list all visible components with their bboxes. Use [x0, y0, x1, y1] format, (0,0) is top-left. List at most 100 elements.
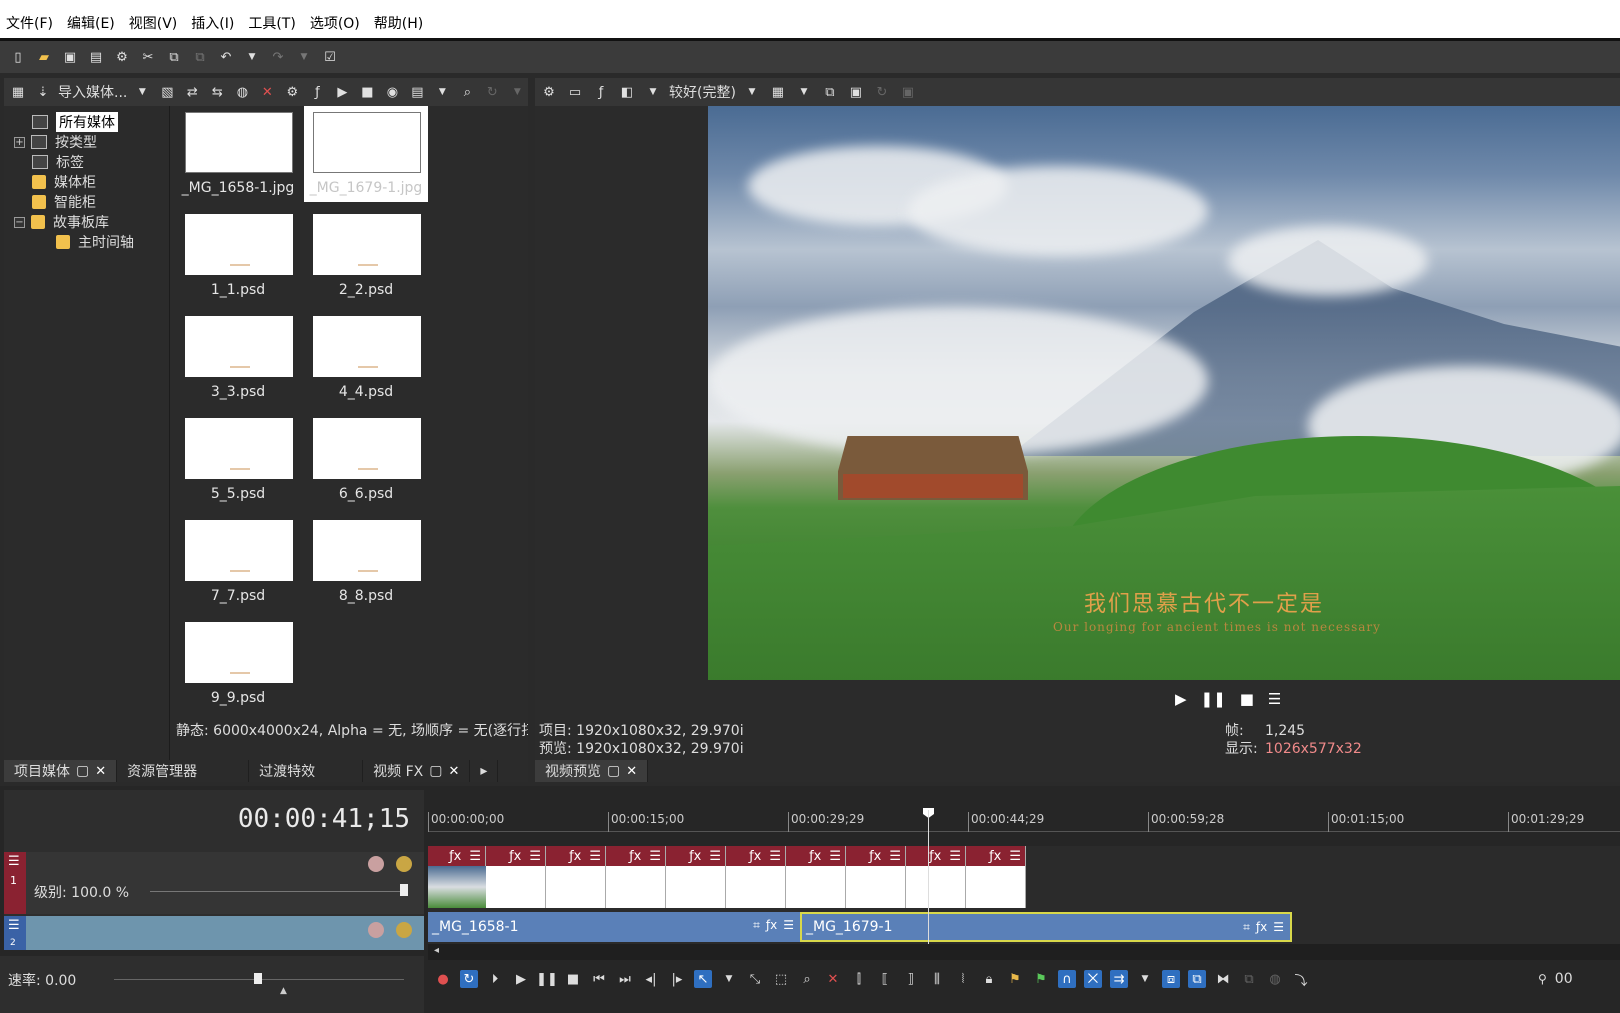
close-icon[interactable]: ✕ — [448, 764, 459, 779]
menu-icon[interactable]: ☰ — [829, 849, 841, 864]
menu-icon[interactable]: ☰ — [1273, 920, 1284, 935]
go-to-start-icon[interactable]: ⏮ — [590, 970, 608, 988]
fx-icon[interactable]: ƒx — [749, 849, 761, 864]
next-frame-icon[interactable]: |▸ — [668, 970, 686, 988]
menu-tools[interactable]: 工具(T) — [248, 13, 295, 33]
snapping-magnet-icon[interactable]: ∩ — [1058, 970, 1076, 988]
trim-start-icon[interactable]: ⟦ — [876, 970, 894, 988]
fx-icon[interactable]: ƒx — [689, 849, 701, 864]
media-fx-icon[interactable]: ƒ — [307, 82, 327, 102]
tree-item-tags[interactable]: 标签 — [32, 152, 84, 172]
zoom-tool-icon[interactable]: ⌕ — [798, 970, 816, 988]
fx-icon[interactable]: ƒx — [766, 918, 777, 933]
video-event[interactable]: ƒx ☰ — [546, 846, 606, 908]
dock-icon[interactable]: ▢ — [607, 763, 620, 779]
media-properties-icon[interactable]: ⚙ — [282, 82, 302, 102]
lock-envelopes-icon[interactable]: ⧈ — [1162, 970, 1180, 988]
ignore-grouping-icon[interactable]: ⧉ — [1188, 970, 1206, 988]
capture-icon[interactable]: ▧ — [157, 82, 177, 102]
overlays-dropdown-icon[interactable]: ▼ — [794, 82, 814, 102]
pan-crop-icon[interactable]: ⌗ — [753, 918, 760, 933]
media-thumb[interactable]: 8_8.psd — [304, 514, 428, 610]
video-event[interactable]: ƒx ☰ — [428, 846, 486, 908]
video-event[interactable]: ƒx ☰ — [846, 846, 906, 908]
media-thumb[interactable]: 6_6.psd — [304, 412, 428, 508]
save-as-icon[interactable]: ▤ — [86, 47, 106, 67]
auto-ripple-icon[interactable]: ⇉ — [1110, 970, 1128, 988]
redo-dropdown-icon[interactable]: ▼ — [294, 47, 314, 67]
mute-icon[interactable] — [368, 922, 384, 938]
envelope-tool-icon[interactable]: ⤡ — [746, 970, 764, 988]
timeline-ruler[interactable]: 00:00:00;00 00:00:15;00 00:00:29;29 00:0… — [428, 810, 1620, 832]
video-event[interactable]: ƒx ☰ — [786, 846, 846, 908]
insert-marker-icon[interactable]: ⚑ — [1006, 970, 1024, 988]
get-media-icon[interactable]: ⇄ — [182, 82, 202, 102]
solo-icon[interactable] — [396, 922, 412, 938]
menu-icon[interactable]: ☰ — [1009, 849, 1021, 864]
fx-icon[interactable]: ƒx — [629, 849, 641, 864]
more-dropdown-icon[interactable]: ▼ — [507, 82, 527, 102]
media-thumb[interactable]: 3_3.psd — [176, 310, 300, 406]
sync-icon[interactable]: ↻ — [872, 82, 892, 102]
render-check-icon[interactable]: ☑ — [320, 47, 340, 67]
play-from-start-icon[interactable]: ⏵ — [486, 970, 504, 988]
track-menu-icon[interactable]: ☰ — [8, 854, 20, 869]
trim-end-icon[interactable]: ⟧ — [902, 970, 920, 988]
views-dropdown-icon[interactable]: ▼ — [432, 82, 452, 102]
split-screen-icon[interactable]: ◧ — [617, 82, 637, 102]
arrow-right-icon[interactable]: ▸ — [480, 763, 487, 779]
properties-gear-icon[interactable]: ⚙ — [112, 47, 132, 67]
views-icon[interactable]: ▤ — [407, 82, 427, 102]
mute-icon[interactable] — [368, 856, 384, 872]
media-thumb[interactable]: 4_4.psd — [304, 310, 428, 406]
video-event[interactable]: ƒx ☰ — [486, 846, 546, 908]
fx-icon[interactable]: ƒx — [869, 849, 881, 864]
auto-preview-icon[interactable]: ◉ — [382, 82, 402, 102]
video-event-mg1658[interactable]: _MG_1658-1 ⌗ ƒx ☰ — [428, 912, 800, 942]
timecode-display[interactable]: 00:00:41;15 — [238, 804, 410, 834]
fx-icon[interactable]: ƒx — [569, 849, 581, 864]
tab-explorer[interactable]: 资源管理器 — [117, 760, 250, 782]
menu-help[interactable]: 帮助(H) — [374, 13, 423, 33]
play-icon[interactable]: ▶ — [512, 970, 530, 988]
media-thumb[interactable]: 5_5.psd — [176, 412, 300, 508]
paste-icon[interactable]: ⧉ — [190, 47, 210, 67]
edit-tool-dropdown-icon[interactable]: ▼ — [720, 970, 738, 988]
fx-icon[interactable]: ƒx — [449, 849, 461, 864]
collapse-minus-icon[interactable]: − — [14, 216, 25, 228]
auto-ripple-dropdown-icon[interactable]: ▼ — [1136, 970, 1154, 988]
undo-icon[interactable]: ↶ — [216, 47, 236, 67]
web-icon[interactable]: ◍ — [232, 82, 252, 102]
video-event[interactable]: ƒx ☰ — [906, 846, 966, 908]
menu-edit[interactable]: 编辑(E) — [67, 13, 115, 33]
menu-icon[interactable]: ☰ — [949, 849, 961, 864]
stop-icon[interactable]: ■ — [1240, 690, 1254, 708]
import-dropdown-icon[interactable]: ▼ — [132, 82, 152, 102]
track-menu-icon[interactable]: ☰ — [8, 918, 20, 933]
new-file-icon[interactable]: ▯ — [8, 47, 28, 67]
quality-dropdown-icon[interactable]: ▼ — [742, 82, 762, 102]
media-thumb[interactable]: 9_9.psd — [176, 616, 300, 712]
video-fx-icon[interactable]: ƒ — [591, 82, 611, 102]
tab-scroll-right[interactable]: ▸ — [470, 760, 499, 782]
remove-icon[interactable]: ✕ — [257, 82, 277, 102]
tab-video-fx[interactable]: 视频 FX ▢ ✕ — [363, 760, 471, 782]
video-track-2-header[interactable]: ☰ 2 — [4, 916, 424, 950]
fx-icon[interactable]: ƒx — [1256, 920, 1267, 935]
menu-options[interactable]: 选项(O) — [310, 13, 360, 33]
disabled-tool-2-icon[interactable]: ◍ — [1266, 970, 1284, 988]
record-icon[interactable]: ● — [434, 970, 452, 988]
tree-item-main-timeline[interactable]: 主时间轴 — [56, 232, 134, 252]
playhead-line[interactable] — [928, 810, 929, 952]
stop-icon[interactable]: ■ — [564, 970, 582, 988]
scroll-left-icon[interactable]: ◂ — [434, 945, 439, 956]
cut-icon[interactable]: ✂ — [138, 47, 158, 67]
fx-icon[interactable]: ƒx — [809, 849, 821, 864]
cursor-tool-icon[interactable]: ⤵ — [1292, 970, 1310, 989]
disabled-icon[interactable]: ▣ — [898, 82, 918, 102]
auto-crossfade-icon[interactable]: ⨉ — [1084, 970, 1102, 988]
level-slider-track[interactable] — [150, 891, 400, 892]
import-media-icon[interactable]: ⇣ — [33, 82, 53, 102]
video-event-mg1679[interactable]: _MG_1679-1 ⌗ ƒx ☰ — [800, 912, 1292, 942]
menu-icon[interactable]: ☰ — [1268, 690, 1281, 708]
